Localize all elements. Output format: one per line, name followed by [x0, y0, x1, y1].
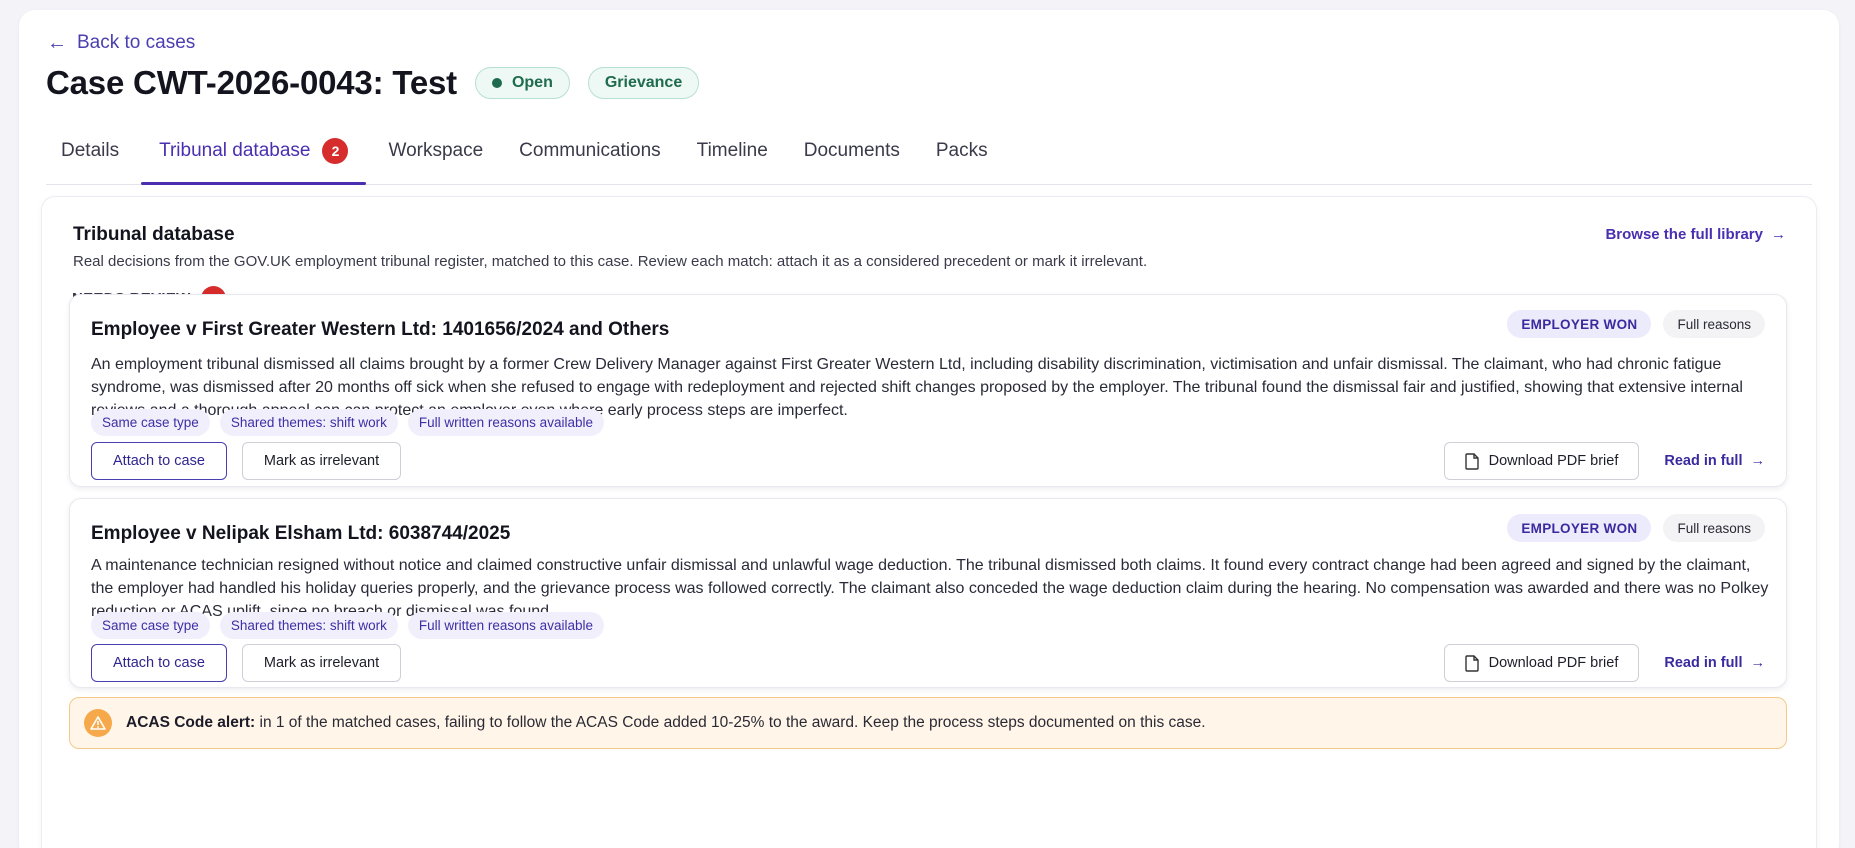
tab-label: Packs: [935, 140, 988, 161]
attach-to-case-button[interactable]: Attach to case: [91, 644, 227, 682]
attach-to-case-button[interactable]: Attach to case: [91, 442, 227, 480]
case-tabs: Details Tribunal database 2 Workspace Co…: [46, 128, 1812, 185]
alert-body: in 1 of the matched cases, failing to fo…: [255, 714, 1206, 731]
reasons-badge: Full reasons: [1663, 514, 1765, 542]
tab-label: Workspace: [388, 140, 484, 161]
read-label: Read in full: [1664, 655, 1743, 671]
status-badge: Open: [474, 67, 570, 99]
document-icon: [1464, 654, 1479, 672]
tab-label: Documents: [803, 140, 900, 161]
download-label: Download PDF brief: [1488, 453, 1619, 469]
tab-documents[interactable]: Documents: [786, 128, 918, 184]
tab-details[interactable]: Details: [46, 128, 137, 184]
tab-label: Timeline: [696, 140, 768, 161]
tab-count-badge: 2: [322, 138, 349, 164]
browse-label: Browse the full library: [1605, 226, 1763, 243]
arrow-left-icon: ←: [47, 32, 67, 54]
alert-strong: ACAS Code alert:: [126, 714, 256, 731]
tab-label: Communications: [519, 140, 661, 161]
match-tag: Full written reasons available: [407, 409, 604, 436]
mark-irrelevant-button[interactable]: Mark as irrelevant: [241, 644, 402, 682]
card-badges: EMPLOYER WON Full reasons: [1507, 514, 1765, 542]
case-card-title: Employee v Nelipak Elsham Ltd: 6038744/2…: [91, 523, 511, 544]
match-tag: Shared themes: shift work: [219, 409, 398, 436]
tribunal-case-card: Employee v Nelipak Elsham Ltd: 6038744/2…: [69, 498, 1787, 688]
browse-library-link[interactable]: Browse the full library →: [1605, 226, 1786, 243]
match-tag: Shared themes: shift work: [219, 612, 398, 639]
panel-subtitle: Real decisions from the GOV.UK employmen…: [73, 253, 1148, 270]
card-actions: Attach to case Mark as irrelevant: [91, 442, 402, 480]
back-link-label: Back to cases: [77, 32, 196, 53]
card-actions: Attach to case Mark as irrelevant: [91, 644, 402, 682]
mark-irrelevant-button[interactable]: Mark as irrelevant: [241, 442, 402, 480]
reasons-badge: Full reasons: [1663, 310, 1765, 338]
download-pdf-button[interactable]: Download PDF brief: [1443, 644, 1640, 682]
status-label: Open: [511, 74, 553, 91]
tribunal-database-panel: Tribunal database Real decisions from th…: [41, 196, 1817, 848]
tab-timeline[interactable]: Timeline: [679, 128, 786, 184]
case-header: Case CWT-2026-0043: Test Open Grievance: [46, 64, 700, 102]
panel-title: Tribunal database: [73, 224, 235, 245]
read-label: Read in full: [1664, 453, 1743, 469]
download-label: Download PDF brief: [1488, 655, 1619, 671]
case-card-title: Employee v First Greater Western Ltd: 14…: [91, 319, 670, 340]
tab-tribunal-database[interactable]: Tribunal database 2: [141, 128, 367, 185]
back-to-cases-link[interactable]: ← Back to cases: [47, 32, 195, 54]
alert-text: ACAS Code alert: in 1 of the matched cas…: [126, 714, 1206, 732]
arrow-right-icon: →: [1771, 226, 1786, 243]
case-type-badge: Grievance: [587, 67, 700, 99]
match-tags: Same case type Shared themes: shift work…: [91, 409, 604, 436]
match-tag: Full written reasons available: [407, 612, 604, 639]
page-title: Case CWT-2026-0043: Test: [46, 64, 457, 101]
tab-label: Tribunal database: [159, 140, 311, 161]
card-right-actions: Download PDF brief Read in full →: [1443, 644, 1765, 682]
tribunal-case-card: Employee v First Greater Western Ltd: 14…: [69, 294, 1787, 487]
tab-communications[interactable]: Communications: [501, 128, 679, 184]
arrow-right-icon: →: [1750, 655, 1766, 671]
status-dot-icon: [491, 78, 502, 88]
case-page: ← Back to cases Case CWT-2026-0043: Test…: [19, 10, 1839, 848]
arrow-right-icon: →: [1750, 453, 1766, 469]
outcome-badge: EMPLOYER WON: [1507, 310, 1652, 338]
acas-alert: ACAS Code alert: in 1 of the matched cas…: [69, 697, 1787, 749]
match-tag: Same case type: [91, 409, 210, 436]
match-tag: Same case type: [91, 612, 210, 639]
tab-packs[interactable]: Packs: [918, 128, 1006, 184]
download-pdf-button[interactable]: Download PDF brief: [1443, 442, 1640, 480]
read-in-full-link[interactable]: Read in full →: [1664, 655, 1765, 671]
card-right-actions: Download PDF brief Read in full →: [1443, 442, 1765, 480]
card-badges: EMPLOYER WON Full reasons: [1507, 310, 1765, 338]
read-in-full-link[interactable]: Read in full →: [1664, 453, 1765, 469]
tab-workspace[interactable]: Workspace: [370, 128, 501, 184]
outcome-badge: EMPLOYER WON: [1507, 514, 1652, 542]
document-icon: [1464, 452, 1479, 470]
match-tags: Same case type Shared themes: shift work…: [91, 612, 604, 639]
warning-icon: [84, 709, 112, 737]
tab-label: Details: [61, 140, 120, 161]
